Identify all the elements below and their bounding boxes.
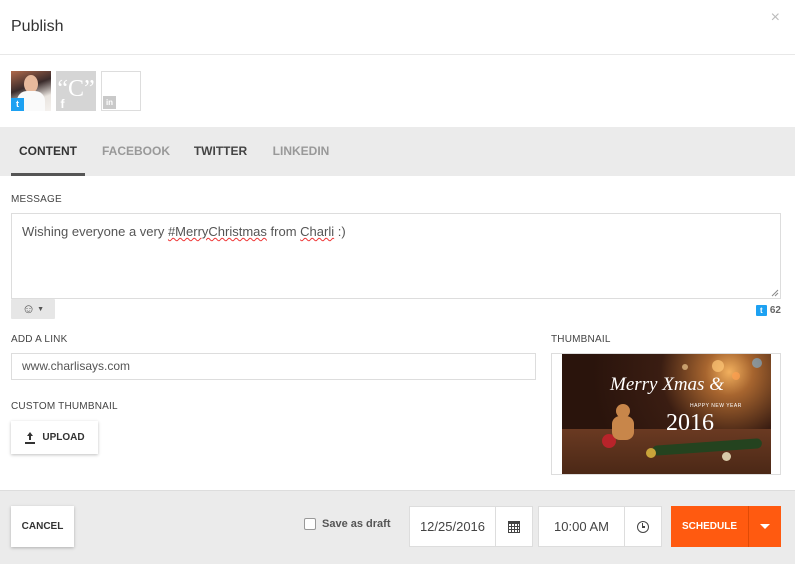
facebook-icon: f xyxy=(60,97,65,111)
message-label: MESSAGE xyxy=(11,194,62,205)
account-twitter[interactable]: t xyxy=(11,71,51,111)
tab-facebook[interactable]: FACEBOOK xyxy=(99,127,173,176)
bokeh-light xyxy=(732,372,740,380)
date-input[interactable]: 12/25/2016 xyxy=(409,506,496,547)
tab-twitter[interactable]: TWITTER xyxy=(188,127,253,176)
calendar-button[interactable] xyxy=(496,506,533,547)
bokeh-light xyxy=(682,364,688,370)
thumbnail-image[interactable]: Merry Xmas & HAPPY NEW YEAR 2016 xyxy=(562,354,771,474)
ornament xyxy=(646,448,656,458)
linkedin-icon: in xyxy=(103,96,116,109)
upload-icon xyxy=(24,431,36,444)
add-link-label: ADD A LINK xyxy=(11,334,68,345)
emoji-picker-button[interactable]: ☺ ▼ xyxy=(11,299,55,319)
message-name: Charli xyxy=(300,224,335,239)
tab-linkedin[interactable]: LINKEDIN xyxy=(268,127,334,176)
smiley-icon: ☺ xyxy=(21,301,36,316)
clock-button[interactable] xyxy=(625,506,662,547)
time-input[interactable]: 10:00 AM xyxy=(538,506,625,547)
bokeh-light xyxy=(712,360,724,372)
close-icon[interactable]: × xyxy=(771,9,780,27)
cancel-button[interactable]: CANCEL xyxy=(11,506,74,547)
thumbnail-text-year: 2016 xyxy=(666,410,714,436)
char-count-value: 62 xyxy=(769,305,781,316)
thumbnail-text-newyear: HAPPY NEW YEAR xyxy=(690,403,742,409)
save-as-draft-label: Save as draft xyxy=(322,518,391,530)
gingerbread-man xyxy=(610,404,636,444)
calendar-icon xyxy=(508,520,520,533)
message-text-mid: from xyxy=(266,224,301,239)
caret-down-icon: ▼ xyxy=(37,305,45,313)
custom-thumbnail-label: CUSTOM THUMBNAIL xyxy=(11,401,118,412)
thumbnail-text-merry: Merry Xmas & xyxy=(610,374,724,395)
ornament xyxy=(722,452,731,461)
save-as-draft-checkbox[interactable]: Save as draft xyxy=(304,518,390,530)
thumbnail-label: THUMBNAIL xyxy=(551,334,611,345)
upload-label: UPLOAD xyxy=(42,432,85,443)
upload-button[interactable]: UPLOAD xyxy=(11,421,98,454)
schedule-button[interactable]: SCHEDULE xyxy=(671,506,748,547)
account-facebook[interactable]: “C” f xyxy=(56,71,96,111)
schedule-options-button[interactable] xyxy=(748,506,781,547)
message-text-end: :) xyxy=(334,224,346,239)
link-input[interactable]: www.charlisays.com xyxy=(11,353,536,380)
checkbox-box[interactable] xyxy=(304,518,316,530)
twitter-icon: t xyxy=(11,98,24,111)
bokeh-light xyxy=(752,358,762,368)
clock-icon xyxy=(637,520,649,533)
modal-header: Publish × xyxy=(0,0,795,55)
modal-title: Publish xyxy=(11,18,64,35)
thumbnail-frame: Merry Xmas & HAPPY NEW YEAR 2016 xyxy=(551,353,781,475)
account-selector: t “C” f in xyxy=(11,71,141,111)
modal-footer: CANCEL Save as draft 12/25/2016 10:00 AM… xyxy=(0,490,795,564)
caret-down-icon xyxy=(760,524,770,529)
twitter-icon: t xyxy=(755,305,767,316)
message-text-start: Wishing everyone a very xyxy=(22,224,168,239)
twitter-char-count: t 62 xyxy=(755,305,781,316)
message-textarea[interactable]: Wishing everyone a very #MerryChristmas … xyxy=(11,213,781,299)
tab-bar: CONTENT FACEBOOK TWITTER LINKEDIN xyxy=(0,127,795,176)
account-linkedin[interactable]: in xyxy=(101,71,141,111)
resize-grip-icon[interactable] xyxy=(771,289,779,297)
message-hashtag: #MerryChristmas xyxy=(167,224,267,239)
tab-content[interactable]: CONTENT xyxy=(11,127,85,176)
